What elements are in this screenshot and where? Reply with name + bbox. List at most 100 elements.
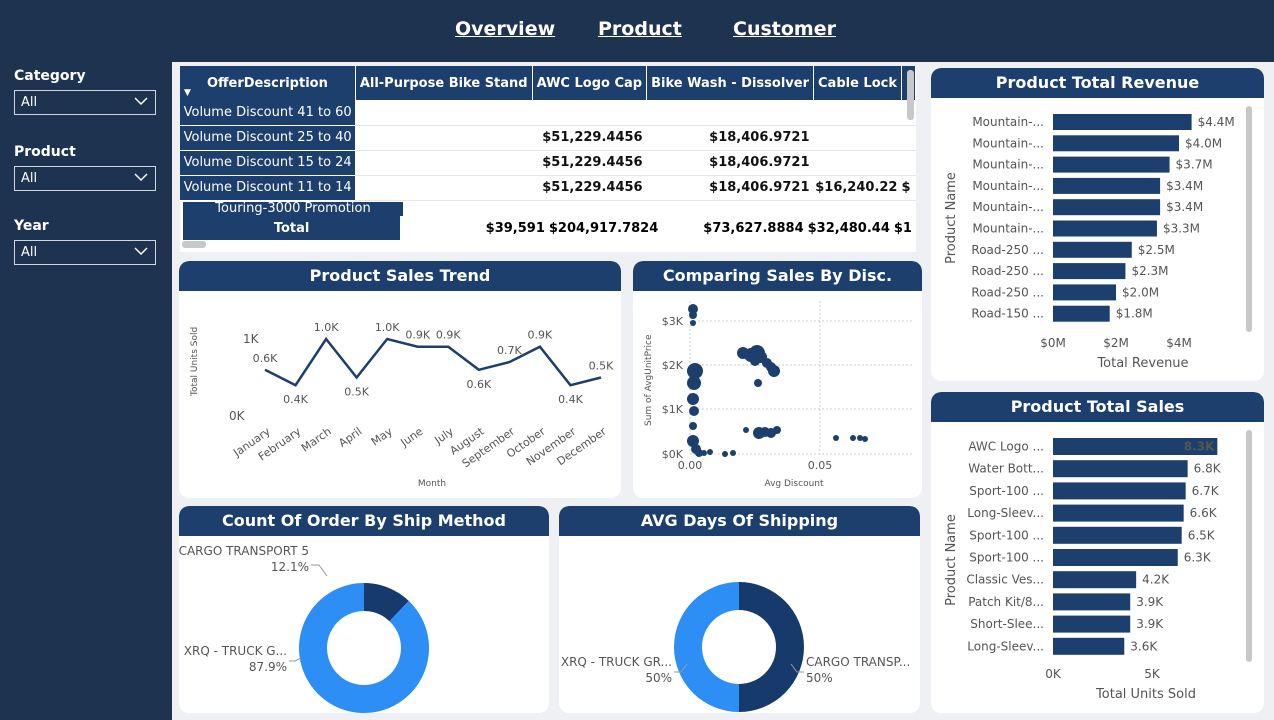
y-tick-label: 1K	[243, 332, 260, 346]
data-label: 1.0K	[375, 321, 400, 334]
bar	[1053, 156, 1170, 173]
table-cell: $16,240.22	[813, 175, 902, 201]
table-cell	[355, 100, 533, 126]
data-label: 0.7K	[497, 344, 522, 357]
bar	[1053, 241, 1132, 258]
data-label: 6.7K	[1192, 484, 1220, 498]
bar	[1053, 504, 1184, 522]
nav-overview[interactable]: Overview	[455, 18, 555, 40]
table-cell	[813, 100, 902, 126]
y-tick-label: $2K	[662, 359, 684, 372]
data-label: 6.8K	[1194, 462, 1222, 476]
bar	[1053, 571, 1137, 589]
table-cell	[532, 100, 647, 126]
pie-slice	[739, 582, 804, 712]
total-cell: $32,480.44	[807, 220, 890, 236]
x-axis-title: Month	[418, 479, 446, 489]
data-label: $1.8M	[1116, 307, 1153, 321]
category-dropdown[interactable]: All	[14, 90, 156, 115]
data-label: 0.9K	[436, 329, 461, 342]
sales-trend-card: Product Sales Trend 1K 0K Total Units Sold…	[179, 261, 621, 498]
matrix-vertical-scrollbar[interactable]	[907, 70, 914, 120]
matrix-header-col[interactable]: AWC Logo Cap	[532, 66, 648, 100]
data-label: 0.4K	[558, 393, 583, 406]
y-axis-title: Product Name	[944, 514, 959, 606]
table-cell	[355, 125, 533, 151]
row-label[interactable]: Touring-3000 Promotion	[215, 202, 370, 216]
data-label: 4.2K	[1142, 573, 1170, 587]
sales-scrollbar[interactable]	[1246, 430, 1252, 662]
matrix-header-col[interactable]: Bike Wash - Dissolver	[646, 66, 814, 100]
y-tick-label: Mountain-...	[972, 158, 1044, 172]
data-point	[687, 376, 701, 390]
slice-label: CARGO TRANSPORT 5	[179, 544, 309, 558]
x-tick-label: $2M	[1103, 336, 1129, 350]
revenue-card: Product Total Revenue Mountain-... $4.4M M…	[931, 68, 1264, 381]
table-cell	[901, 125, 916, 151]
table-cell	[646, 100, 814, 126]
x-tick-label: 5K	[1144, 667, 1161, 681]
bar	[1053, 460, 1188, 478]
data-point	[833, 435, 839, 441]
category-filter: Category All	[14, 68, 156, 115]
y-tick-label: Long-Sleev...	[967, 506, 1044, 520]
bar	[1053, 114, 1192, 130]
y-axis-title: Product Name	[944, 172, 959, 264]
y-tick-label: Water Bott...	[968, 462, 1044, 476]
row-label[interactable]: Volume Discount 15 to 24	[180, 150, 356, 176]
table-cell: $18,406.9721	[646, 125, 814, 151]
avg-days-donut: CARGO TRANSP... 50% XRQ - TRUCK GR... 50%	[561, 582, 910, 712]
sales-title: Product Total Sales	[931, 392, 1264, 422]
nav-product[interactable]: Product	[598, 18, 682, 40]
y-tick-label: Sport-100 ...	[969, 551, 1044, 565]
row-label[interactable]: Volume Discount 11 to 14	[180, 175, 356, 201]
y-tick-label: Road-250 ...	[971, 264, 1044, 278]
bar	[1053, 284, 1116, 301]
data-label: $2.0M	[1122, 285, 1159, 299]
table-row: Volume Discount 11 to 14 $51,229.4456 $1…	[180, 175, 916, 201]
y-tick-label: Mountain-...	[972, 136, 1044, 150]
total-row: Total $39,591 $204,917.7824 $73,627.8884…	[183, 216, 916, 240]
matrix-header-col[interactable]: Cable Lock	[813, 66, 902, 100]
data-label: 3.9K	[1136, 595, 1164, 609]
y-tick-label: Mountain-...	[972, 200, 1044, 214]
total-label: Total	[183, 216, 401, 240]
y-axis-title: Sum of AvgUnitPrice	[644, 334, 654, 426]
revenue-chart: Mountain-... $4.4M Mountain-... $4.0M Mounta…	[944, 114, 1235, 371]
avg-days-card: AVG Days Of Shipping CARGO TRANSP... 50% X…	[559, 506, 920, 713]
y-tick-label: Long-Sleev...	[967, 639, 1044, 653]
y-tick-label: Mountain-...	[972, 222, 1044, 236]
y-tick-label: $1K	[662, 403, 684, 416]
product-dropdown[interactable]: All	[14, 166, 156, 191]
data-point	[689, 406, 699, 416]
year-dropdown[interactable]: All	[14, 240, 156, 265]
nav-customer[interactable]: Customer	[733, 18, 836, 40]
sales-chart: AWC Logo ... 8.3K Water Bott... 6.8K Sport-1…	[944, 438, 1222, 702]
chevron-down-icon	[133, 93, 149, 109]
data-point	[850, 435, 856, 441]
row-label[interactable]: Volume Discount 41 to 60	[180, 100, 356, 126]
data-point	[768, 365, 780, 377]
y-tick-label: Classic Ves...	[966, 573, 1044, 587]
table-cell: $18,406.9721	[646, 175, 814, 201]
matrix-header-offer[interactable]: OfferDescription ▼	[180, 66, 356, 100]
sort-down-icon: ▼	[184, 88, 191, 98]
x-tick-label: 0.00	[678, 459, 703, 472]
x-tick-label: $4M	[1166, 336, 1192, 350]
table-cell	[813, 125, 902, 151]
data-point	[773, 426, 781, 434]
revenue-scrollbar[interactable]	[1246, 106, 1252, 332]
matrix-horizontal-scrollbar[interactable]	[182, 241, 206, 248]
table-cell: $51,229.4456	[532, 125, 647, 151]
leader-line	[311, 564, 328, 577]
row-label[interactable]: Volume Discount 25 to 40	[180, 125, 356, 151]
slice-percent: 12.1%	[271, 560, 309, 574]
matrix-header-col[interactable]: All-Purpose Bike Stand	[355, 66, 533, 100]
category-filter-label: Category	[14, 68, 86, 84]
data-label: $3.3M	[1163, 222, 1200, 236]
data-point	[701, 450, 707, 456]
ship-method-donut: CARGO TRANSPORT 5 12.1% XRQ - TRUCK G... 87…	[179, 544, 430, 713]
year-filter: Year All	[14, 218, 156, 265]
data-label: 0.9K	[405, 329, 430, 342]
y-tick-label: Mountain-...	[972, 179, 1044, 193]
